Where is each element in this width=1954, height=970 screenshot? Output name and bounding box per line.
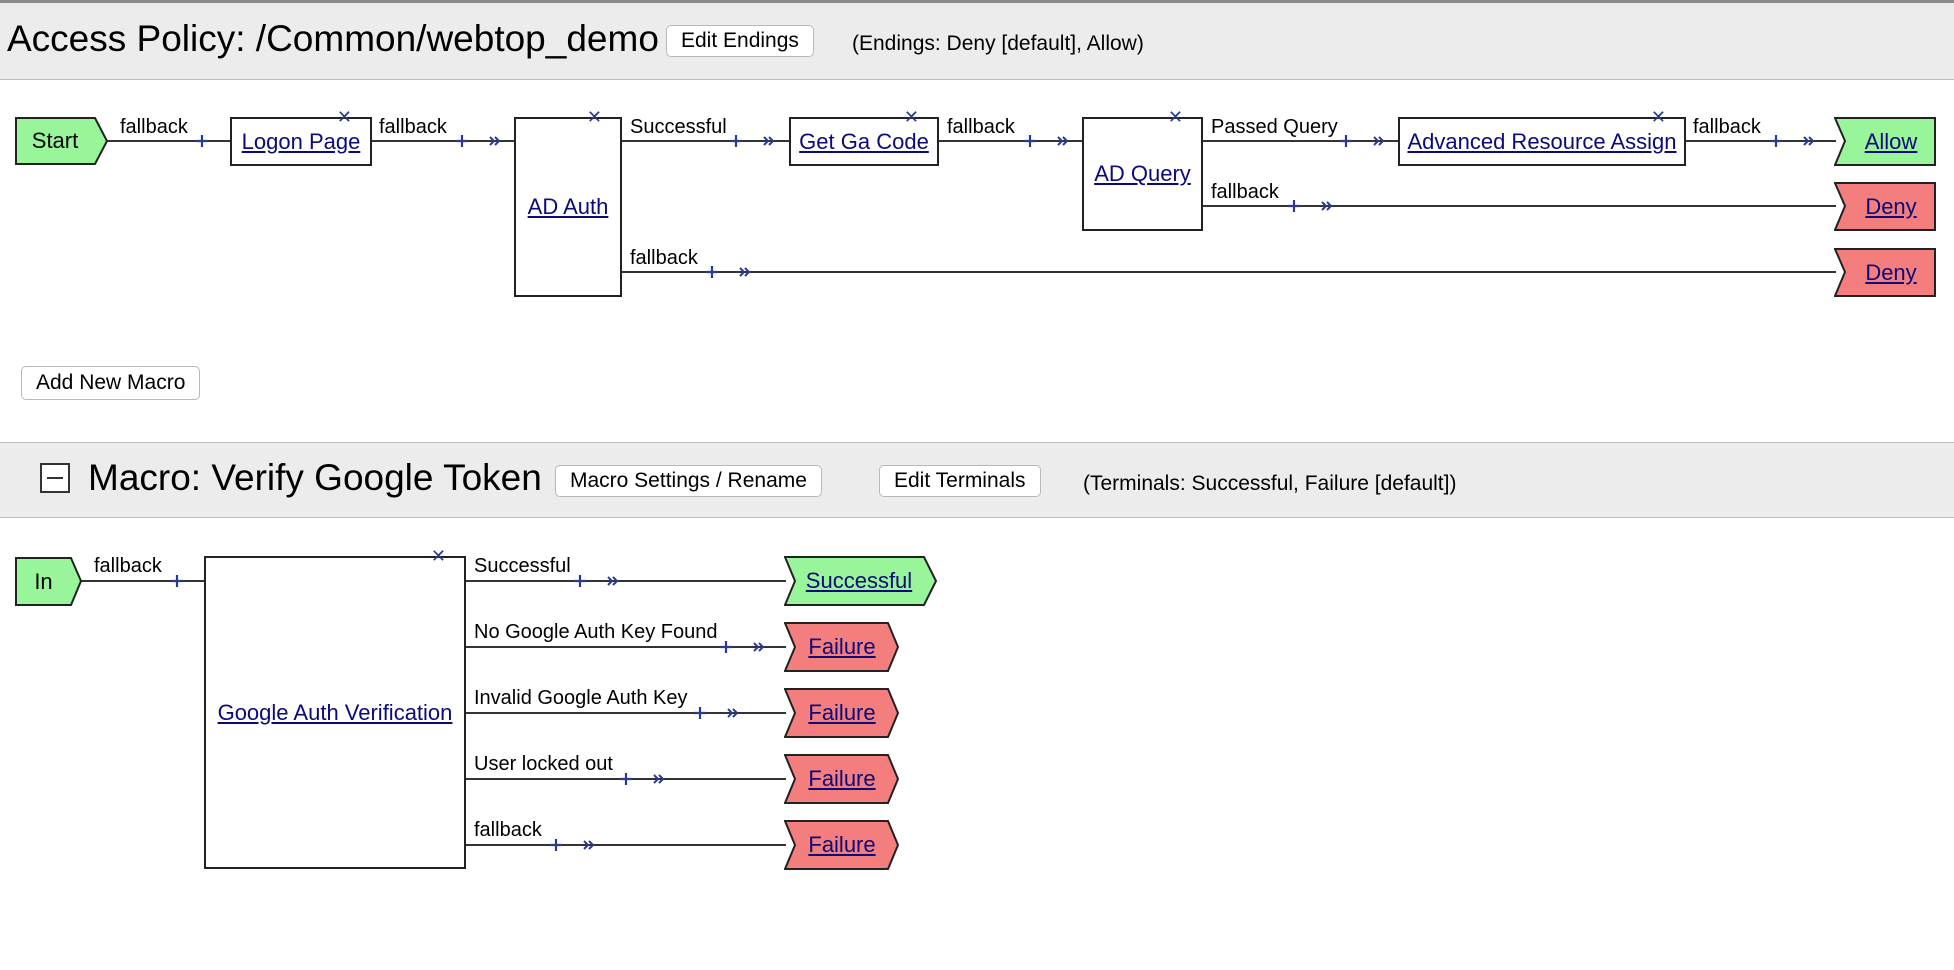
close-icon[interactable]: ✕ (1168, 108, 1183, 126)
close-icon[interactable]: ✕ (431, 547, 446, 565)
branch-label: fallback (379, 116, 447, 138)
in-label: In (34, 568, 53, 594)
branch-label: User locked out (474, 753, 613, 775)
allow-link[interactable]: Allow (1865, 129, 1918, 155)
deny-link[interactable]: Deny (1865, 260, 1916, 286)
google-auth-verification-link[interactable]: Google Auth Verification (218, 700, 453, 726)
branch-label: Successful (630, 116, 727, 138)
terminals-note: (Terminals: Successful, Failure [default… (1083, 472, 1457, 495)
branch-label: Successful (474, 555, 571, 577)
close-icon[interactable]: ✕ (904, 108, 919, 126)
add-new-macro-button[interactable]: Add New Macro (21, 366, 201, 400)
google-auth-verification-node[interactable]: ✕ Google Auth Verification (204, 547, 466, 869)
ad-query-link[interactable]: AD Query (1094, 161, 1191, 187)
branch-label: fallback (120, 116, 188, 138)
ad-auth-node[interactable]: ✕ AD Auth (514, 108, 622, 297)
get-ga-code-link[interactable]: Get Ga Code (799, 129, 929, 155)
advanced-resource-assign-link[interactable]: Advanced Resource Assign (1407, 129, 1676, 155)
failure-link[interactable]: Failure (808, 634, 875, 660)
macro-settings-button[interactable]: Macro Settings / Rename (555, 465, 822, 497)
close-icon[interactable]: ✕ (337, 108, 352, 126)
failure-link[interactable]: Failure (808, 832, 875, 858)
branch-label: fallback (94, 555, 162, 577)
get-ga-code-node[interactable]: ✕ Get Ga Code (789, 108, 939, 166)
failure-link[interactable]: Failure (808, 766, 875, 792)
failure-link[interactable]: Failure (808, 700, 875, 726)
branch-label: fallback (1693, 116, 1761, 138)
branch-label: No Google Auth Key Found (474, 621, 718, 643)
advanced-resource-assign-node[interactable]: ✕ Advanced Resource Assign (1398, 108, 1686, 166)
logon-page-link[interactable]: Logon Page (242, 129, 361, 155)
logon-page-node[interactable]: ✕ Logon Page (230, 108, 372, 166)
branch-label: Invalid Google Auth Key (474, 687, 688, 709)
close-icon[interactable]: ✕ (587, 108, 602, 126)
branch-label: fallback (947, 116, 1015, 138)
ad-query-node[interactable]: ✕ AD Query (1082, 108, 1203, 231)
deny-link[interactable]: Deny (1865, 194, 1916, 220)
successful-link[interactable]: Successful (806, 568, 912, 594)
macro-title: Macro: Verify Google Token (88, 457, 542, 498)
edit-terminals-button[interactable]: Edit Terminals (879, 465, 1041, 497)
close-icon[interactable]: ✕ (1651, 108, 1666, 126)
start-label: Start (31, 128, 79, 153)
macro-header-bar: Macro: Verify Google Token Macro Setting… (0, 442, 1954, 518)
branch-label: fallback (474, 819, 542, 841)
branch-label: Passed Query (1211, 116, 1338, 138)
ad-auth-link[interactable]: AD Auth (528, 194, 609, 220)
branch-label: fallback (1211, 181, 1279, 203)
branch-label: fallback (630, 247, 698, 269)
collapse-icon[interactable] (40, 463, 70, 493)
